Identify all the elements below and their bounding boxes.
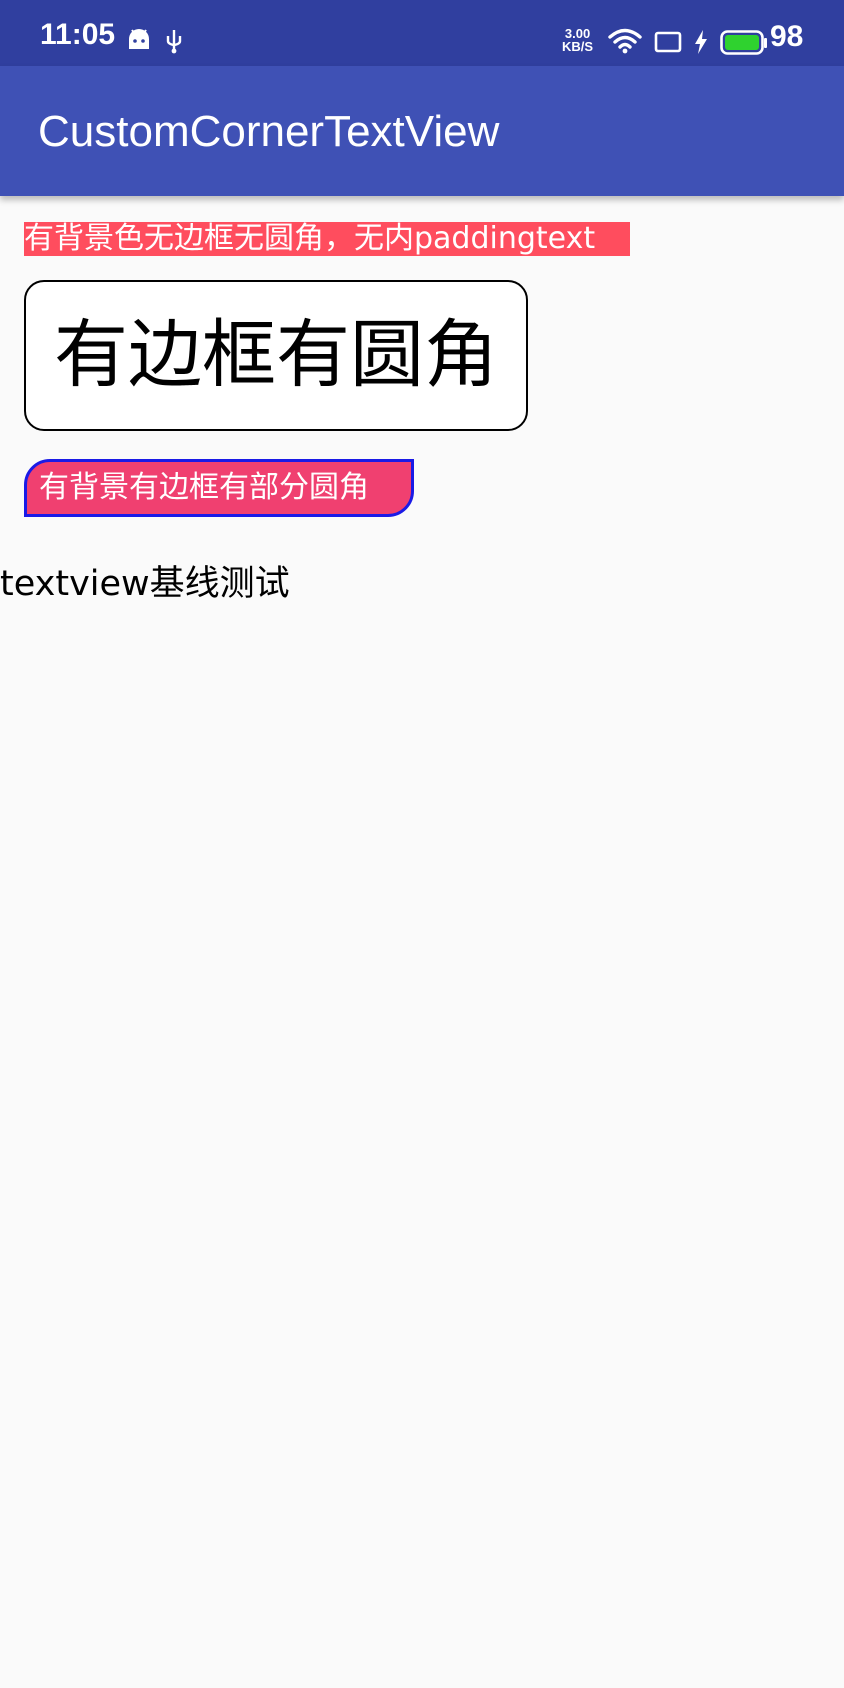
- usb-icon: [166, 30, 182, 54]
- status-time: 11:05: [40, 18, 116, 51]
- battery-icon: [720, 30, 767, 55]
- wifi-icon: [608, 28, 642, 54]
- app-title: CustomCornerTextView: [38, 107, 500, 156]
- textview-background-border-partial-corners: 有背景有边框有部分圆角: [24, 459, 414, 517]
- network-speed-unit: KB/S: [562, 39, 594, 54]
- textview-baseline-test: textview基线测试: [0, 564, 290, 604]
- charging-icon: [695, 30, 707, 54]
- network-speed: 3.00 KB/S: [562, 27, 593, 53]
- android-icon: [129, 29, 149, 49]
- battery-level: 98: [770, 20, 804, 53]
- screen-icon: [654, 31, 682, 53]
- app-bar: CustomCornerTextView: [0, 66, 844, 196]
- textview-border-rounded: 有边框有圆角: [24, 280, 528, 431]
- status-bar: 11:05 3.00 KB/S 98: [0, 0, 844, 66]
- textview-background-no-border: 有背景色无边框无圆角，无内paddingtext: [24, 222, 630, 256]
